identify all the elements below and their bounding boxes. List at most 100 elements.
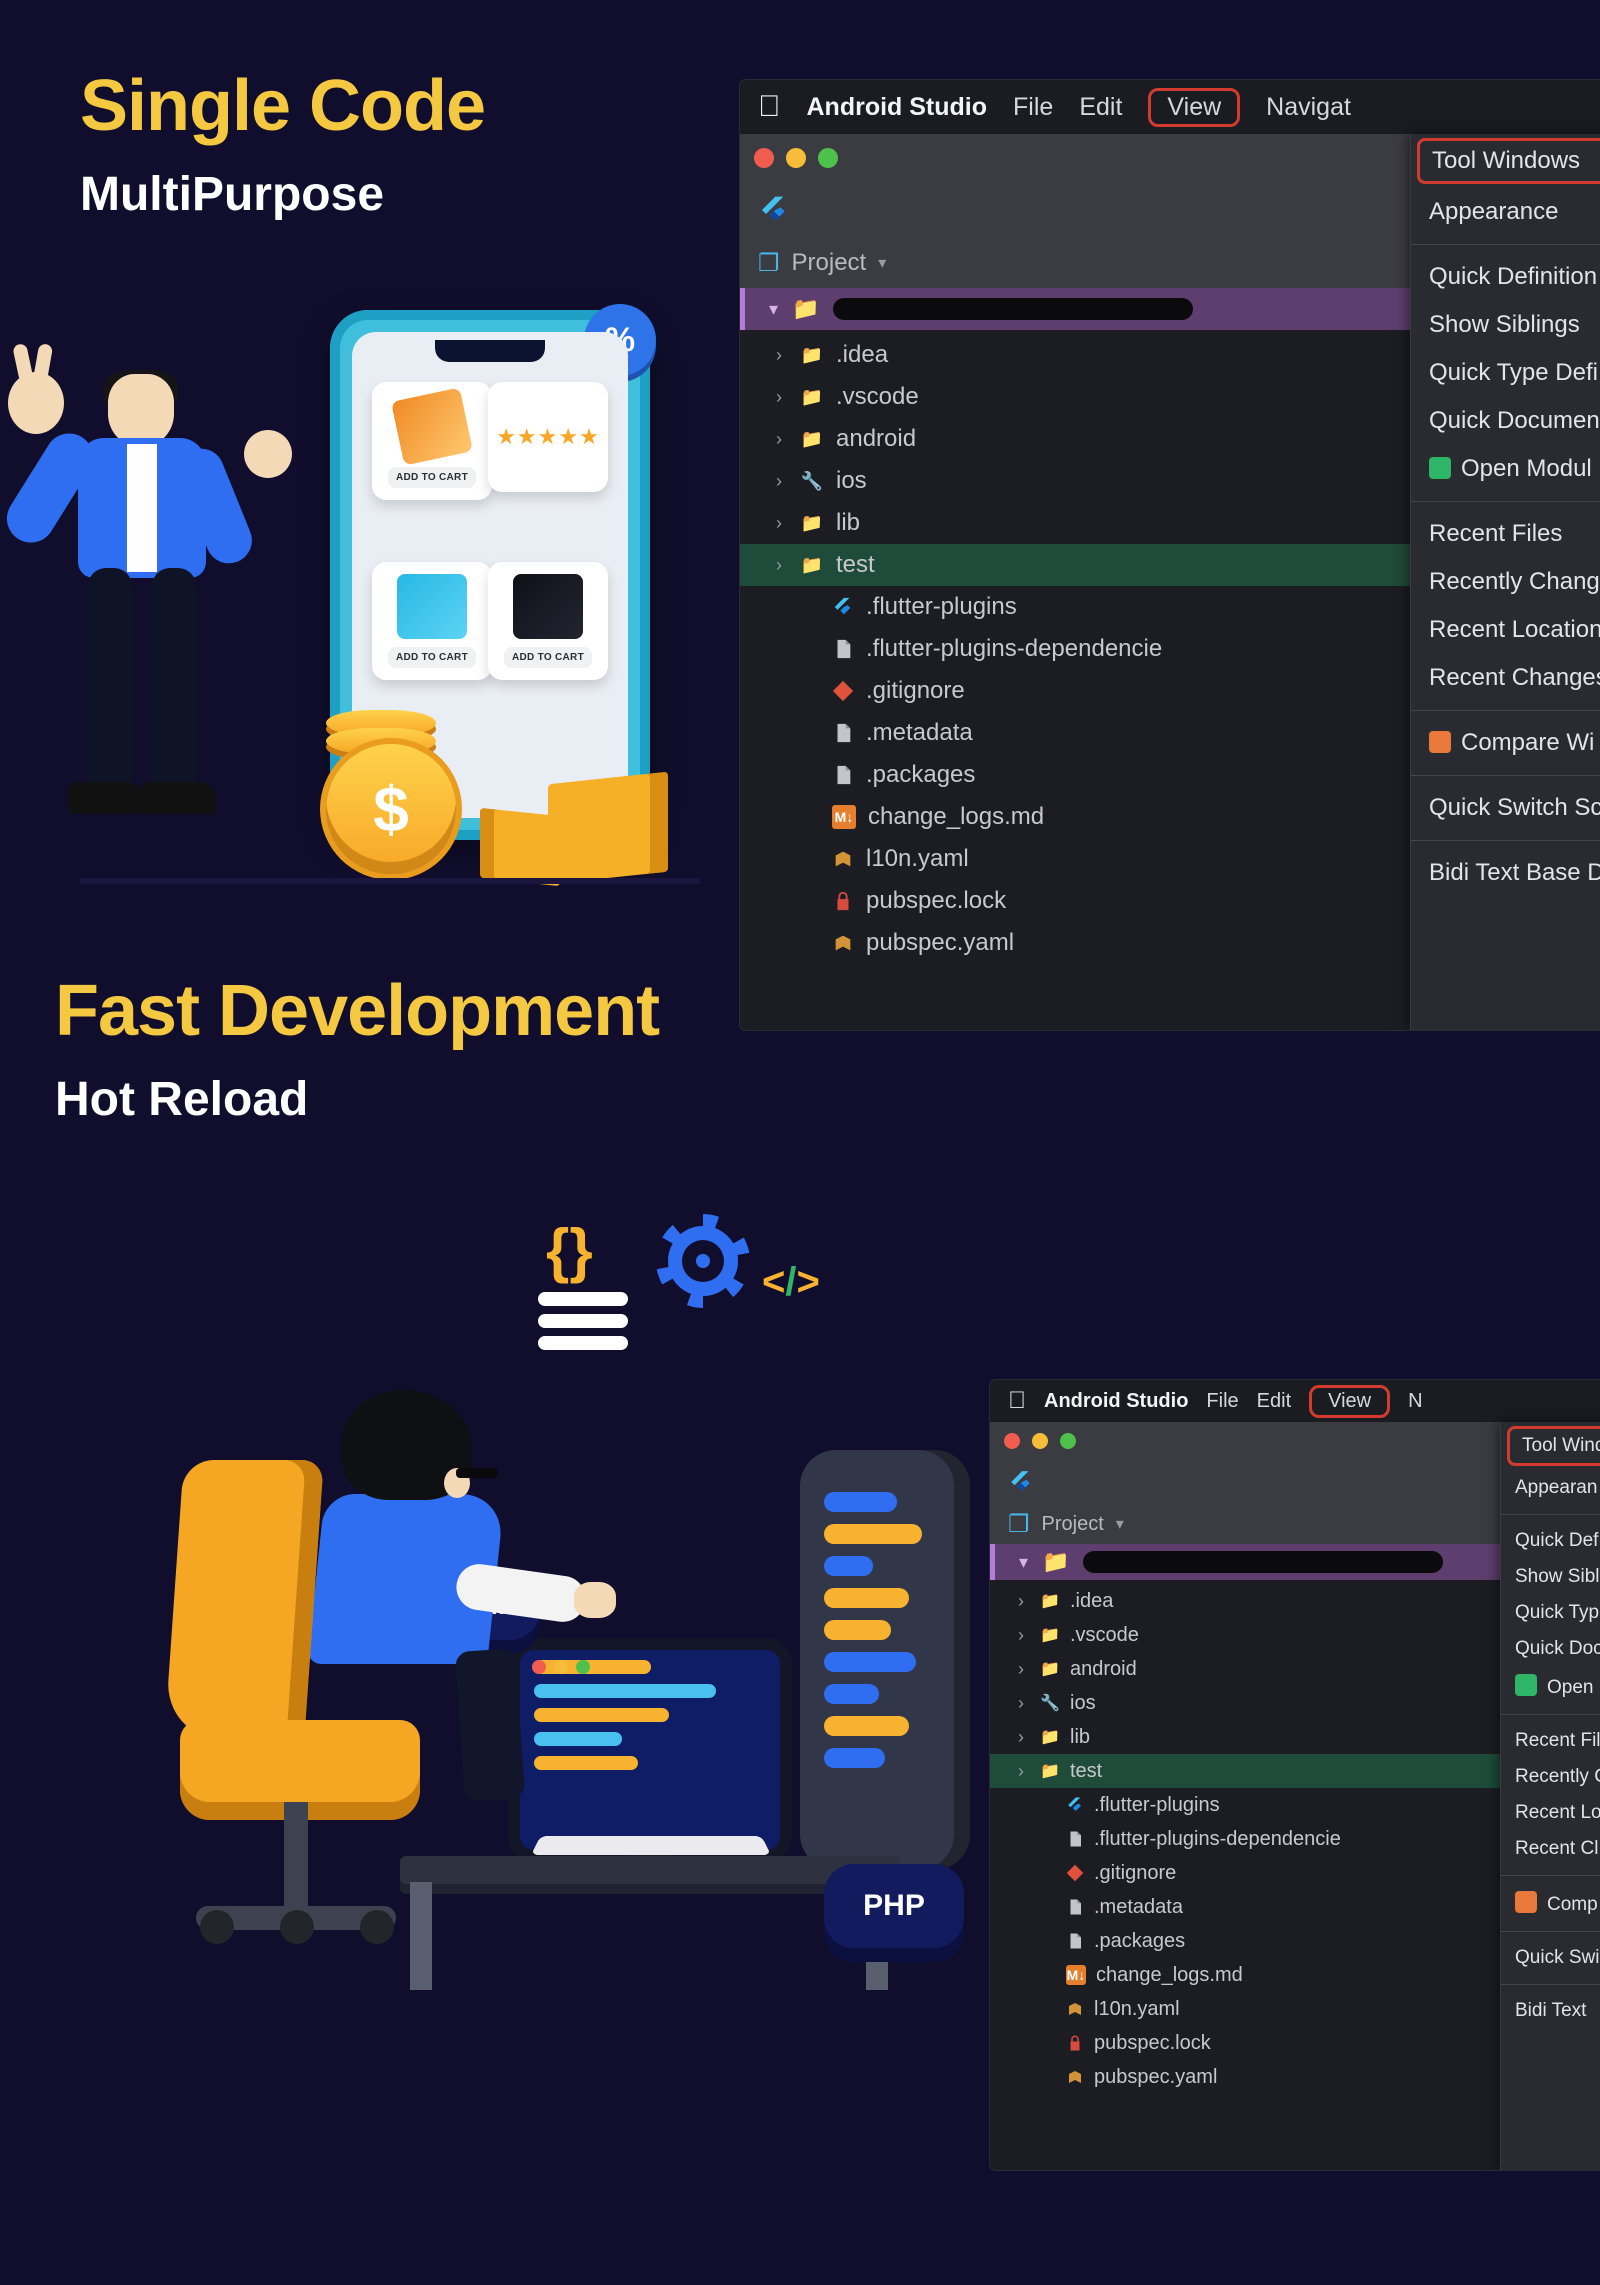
add-to-cart-button[interactable]: ADD TO CART xyxy=(504,647,592,668)
menu-item-label: Recent Changes xyxy=(1429,664,1600,691)
menu-item-icon xyxy=(1429,457,1451,479)
menu-item-icon xyxy=(1429,731,1451,753)
menu-item[interactable]: Recently Chang xyxy=(1411,558,1600,606)
markdown-icon: M↓ xyxy=(832,805,856,829)
menu-item[interactable]: Comp xyxy=(1501,1884,1600,1923)
menu-item[interactable]: Tool Windows xyxy=(1417,138,1600,184)
menu-item[interactable]: Recent Files xyxy=(1411,510,1600,558)
menu-item[interactable]: Quick Swi xyxy=(1501,1940,1600,1976)
tree-node-label: .flutter-plugins-dependencie xyxy=(866,635,1162,663)
yaml-icon xyxy=(832,932,854,954)
project-icon: ❐ xyxy=(758,249,780,278)
illustration-shopping: % ADD TO CART ★★★★★ ADD TO CART ADD TO C… xyxy=(40,300,680,870)
tree-node-label: l10n.yaml xyxy=(866,845,969,873)
menu-view[interactable]: View xyxy=(1148,88,1240,127)
menu-item[interactable]: Quick Doc xyxy=(1501,1631,1600,1667)
menu-item[interactable]: Quick Documen xyxy=(1411,397,1600,445)
product-image xyxy=(397,574,467,639)
menu-edit[interactable]: Edit xyxy=(1257,1390,1291,1413)
apple-icon[interactable]:  xyxy=(758,90,781,124)
menu-item[interactable]: Appearance xyxy=(1411,188,1600,236)
yaml-icon xyxy=(1066,2068,1084,2086)
menu-item[interactable]: Recent Cl xyxy=(1501,1831,1600,1867)
menu-item[interactable]: Quick Switch Sc xyxy=(1411,784,1600,832)
git-icon xyxy=(832,680,854,702)
menu-item[interactable]: Recent Location xyxy=(1411,606,1600,654)
coin-stack: $ xyxy=(326,718,456,874)
menu-edit[interactable]: Edit xyxy=(1079,93,1122,122)
menu-navigate[interactable]: N xyxy=(1408,1390,1422,1413)
markdown-icon: M↓ xyxy=(1066,1965,1086,1985)
menu-item[interactable]: Open Modul xyxy=(1411,445,1600,493)
menu-view[interactable]: View xyxy=(1309,1385,1390,1418)
redacted-project-name xyxy=(833,298,1193,320)
chevron-right-icon: › xyxy=(770,555,788,576)
menu-item[interactable]: Recently C xyxy=(1501,1759,1600,1795)
window-close-button[interactable] xyxy=(1004,1433,1020,1449)
menu-item-label: Open Modul xyxy=(1461,455,1592,482)
menu-item-label: Show Siblings xyxy=(1429,311,1580,338)
menu-item[interactable]: Appearan xyxy=(1501,1470,1600,1506)
chair xyxy=(160,1510,450,1960)
window-minimize-button[interactable] xyxy=(786,148,806,168)
add-to-cart-button[interactable]: ADD TO CART xyxy=(388,647,476,668)
star-rating: ★★★★★ xyxy=(496,424,600,450)
file-icon xyxy=(1066,1898,1084,1916)
tree-node-label: .metadata xyxy=(866,719,973,747)
menu-item[interactable]: Show Siblings xyxy=(1411,301,1600,349)
menu-item-label: Recent Cl xyxy=(1515,1838,1598,1859)
redacted-project-name xyxy=(1083,1551,1443,1573)
tree-node-label: lib xyxy=(836,509,860,537)
menu-navigate[interactable]: Navigat xyxy=(1266,93,1351,122)
add-to-cart-button[interactable]: ADD TO CART xyxy=(388,467,476,488)
view-menu-dropdown: Tool WindAppearanQuick DefShow SiblQuick… xyxy=(1500,1422,1600,2170)
wrench-icon: 🔧 xyxy=(800,469,824,493)
menu-item-label: Bidi Text xyxy=(1515,2000,1586,2021)
window-close-button[interactable] xyxy=(754,148,774,168)
menu-item[interactable]: Recent Lo xyxy=(1501,1795,1600,1831)
project-icon: ❐ xyxy=(1008,1510,1030,1539)
macos-menubar:  Android Studio File Edit View N xyxy=(990,1380,1600,1422)
lock-icon xyxy=(1066,2034,1084,2052)
menu-item[interactable]: Tool Wind xyxy=(1507,1426,1600,1466)
menu-file[interactable]: File xyxy=(1013,93,1053,122)
menu-item-label: Compare Wi xyxy=(1461,729,1594,756)
menu-item[interactable]: Bidi Text Base D xyxy=(1411,849,1600,897)
menu-item[interactable]: Quick Def xyxy=(1501,1523,1600,1559)
menu-item[interactable]: Quick Definition xyxy=(1411,253,1600,301)
menu-item-label: Quick Swi xyxy=(1515,1947,1599,1968)
android-studio-window:  Android Studio File Edit View Navigat … xyxy=(740,80,1600,1030)
menu-item-label: Quick Doc xyxy=(1515,1638,1600,1659)
menu-item-icon xyxy=(1515,1891,1537,1913)
menu-item[interactable]: Open xyxy=(1501,1667,1600,1706)
tree-node-label: lib xyxy=(1070,1726,1090,1749)
menu-item-label: Tool Wind xyxy=(1522,1435,1600,1456)
menu-item-label: Bidi Text Base D xyxy=(1429,859,1600,886)
menu-item-label: Quick Type Defi xyxy=(1429,359,1598,386)
tree-node-label: pubspec.lock xyxy=(1094,2032,1211,2055)
menu-item[interactable]: Quick Type Defi xyxy=(1411,349,1600,397)
gear-icon xyxy=(668,1226,738,1296)
tree-node-label: .packages xyxy=(866,761,975,789)
folder-icon: 📁 xyxy=(1042,1549,1069,1575)
menu-item-label: Appearance xyxy=(1429,198,1558,225)
tree-node-label: .gitignore xyxy=(866,677,965,705)
apple-icon[interactable]:  xyxy=(1008,1387,1026,1415)
menu-item[interactable]: Show Sibl xyxy=(1501,1559,1600,1595)
menu-file[interactable]: File xyxy=(1206,1390,1238,1413)
window-maximize-button[interactable] xyxy=(1060,1433,1076,1449)
tree-node-label: pubspec.yaml xyxy=(866,929,1014,957)
menu-item[interactable]: Quick Typ xyxy=(1501,1595,1600,1631)
coin-icon: $ xyxy=(326,744,456,874)
tree-node-label: .flutter-plugins xyxy=(1094,1794,1220,1817)
window-maximize-button[interactable] xyxy=(818,148,838,168)
menu-item[interactable]: Compare Wi xyxy=(1411,719,1600,767)
menu-item[interactable]: Recent Fil xyxy=(1501,1723,1600,1759)
braces-icon: {} xyxy=(546,1216,593,1285)
window-minimize-button[interactable] xyxy=(1032,1433,1048,1449)
folder-icon: 📁 xyxy=(1040,1625,1060,1645)
folder-icon: 📁 xyxy=(800,511,824,535)
flutter-icon xyxy=(1008,1469,1034,1495)
menu-item[interactable]: Bidi Text xyxy=(1501,1993,1600,2029)
menu-item[interactable]: Recent Changes xyxy=(1411,654,1600,702)
